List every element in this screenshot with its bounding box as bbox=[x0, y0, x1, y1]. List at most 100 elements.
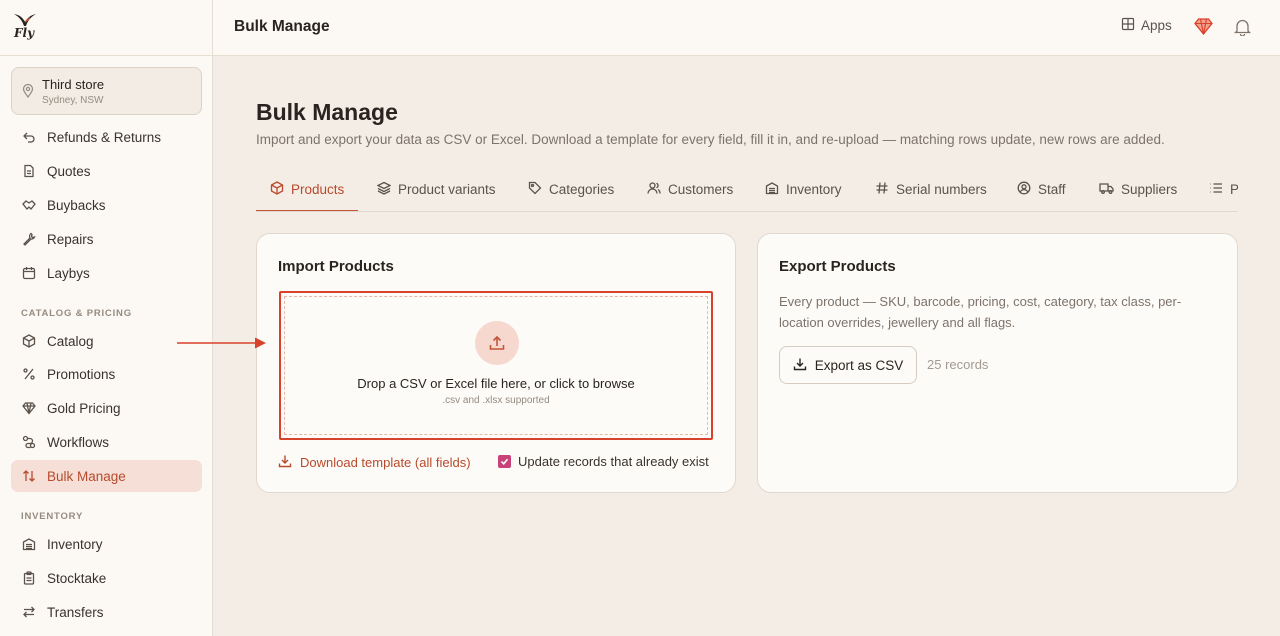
upload-icon bbox=[475, 321, 519, 365]
sidebar-item-stocktake[interactable]: Stocktake bbox=[11, 562, 202, 594]
tab-products[interactable]: Products bbox=[256, 168, 359, 211]
download-icon bbox=[793, 357, 807, 374]
warehouse-icon bbox=[765, 181, 779, 198]
tab-label: Inventory bbox=[786, 182, 842, 197]
import-card-title: Import Products bbox=[278, 258, 394, 275]
box-icon bbox=[270, 181, 284, 198]
sidebar-item-label: Gold Pricing bbox=[47, 400, 121, 416]
store-name: Third store bbox=[42, 77, 105, 92]
tab-label: Product variants bbox=[398, 182, 496, 197]
sidebar-item-repairs[interactable]: Repairs bbox=[11, 223, 202, 255]
sidebar-item-catalog[interactable]: Catalog bbox=[11, 325, 202, 357]
sidebar-item-label: Refunds & Returns bbox=[47, 129, 162, 145]
calendar-icon bbox=[22, 266, 36, 280]
download-template-label: Download template (all fields) bbox=[300, 455, 471, 470]
sidebar-item-transfers[interactable]: Transfers bbox=[11, 596, 202, 628]
undo-icon bbox=[22, 130, 36, 144]
top-bar: Bulk Manage Apps bbox=[213, 0, 1280, 56]
tab-categories[interactable]: Categories bbox=[528, 168, 614, 211]
gem-button[interactable] bbox=[1194, 18, 1213, 40]
page-description: Import and export your data as CSV or Ex… bbox=[256, 132, 1165, 147]
dropzone-text: Drop a CSV or Excel file here, or click … bbox=[357, 376, 635, 391]
sidebar-item-label: Catalog bbox=[47, 333, 94, 349]
sidebar-item-laybys[interactable]: Laybys bbox=[11, 257, 202, 289]
sidebar-item-label: Repairs bbox=[47, 231, 94, 247]
logo-text: Fly bbox=[14, 26, 35, 40]
truck-icon bbox=[1099, 181, 1114, 198]
sidebar-item-label: Transfers bbox=[47, 604, 104, 620]
sidebar-item-label: Stocktake bbox=[47, 570, 107, 586]
tab-suppliers[interactable]: Suppliers bbox=[1099, 168, 1177, 211]
warehouse-icon bbox=[22, 537, 36, 551]
users-icon bbox=[647, 181, 661, 198]
sidebar-item-gold-pricing[interactable]: Gold Pricing bbox=[11, 392, 202, 424]
export-card: Export Products Every product — SKU, bar… bbox=[757, 233, 1238, 493]
tab-label: Serial numbers bbox=[896, 182, 987, 197]
tab-label: Customers bbox=[668, 182, 734, 197]
location-pin-icon bbox=[22, 83, 34, 103]
download-icon bbox=[278, 454, 292, 471]
export-card-title: Export Products bbox=[779, 258, 896, 275]
notifications-button[interactable] bbox=[1233, 18, 1252, 41]
tag-icon bbox=[528, 181, 542, 198]
checkbox-checked-icon[interactable] bbox=[498, 455, 511, 468]
layers-icon bbox=[376, 181, 392, 198]
tab-label: Categories bbox=[549, 182, 615, 197]
sidebar-item-promotions[interactable]: Promotions bbox=[11, 358, 202, 390]
transfer-icon bbox=[22, 605, 36, 619]
store-location: Sydney, NSW bbox=[42, 95, 104, 106]
sidebar-item-label: Bulk Manage bbox=[47, 468, 126, 484]
handshake-icon bbox=[22, 198, 36, 212]
sidebar: Fly Third store Sydney, NSW Refunds & Re… bbox=[0, 0, 213, 636]
sidebar-item-workflows[interactable]: Workflows bbox=[11, 426, 202, 458]
gem-icon bbox=[1194, 18, 1213, 39]
sidebar-item-label: Promotions bbox=[47, 366, 116, 382]
tab-label: Suppliers bbox=[1121, 182, 1178, 197]
section-label-inventory: INVENTORY bbox=[21, 511, 84, 522]
document-icon bbox=[22, 164, 36, 178]
tab-serial-numbers[interactable]: Serial numbers bbox=[875, 168, 987, 211]
tab-product-variants[interactable]: Product variants bbox=[376, 168, 496, 211]
tab-customers[interactable]: Customers bbox=[647, 168, 733, 211]
sort-arrows-icon bbox=[22, 469, 36, 483]
sidebar-item-label: Laybys bbox=[47, 265, 90, 281]
sidebar-item-inventory[interactable]: Inventory bbox=[11, 528, 202, 560]
update-existing-checkbox[interactable]: Update records that already exist bbox=[498, 454, 709, 469]
store-selector[interactable]: Third store Sydney, NSW bbox=[11, 67, 202, 115]
hash-icon bbox=[875, 181, 889, 198]
download-template-link[interactable]: Download template (all fields) bbox=[278, 454, 471, 471]
list-icon bbox=[1209, 181, 1223, 198]
sidebar-divider bbox=[0, 55, 213, 56]
records-count: 25 records bbox=[927, 357, 989, 372]
sidebar-item-quotes[interactable]: Quotes bbox=[11, 155, 202, 187]
annotation-arrow-icon bbox=[176, 336, 268, 355]
export-description: Every product — SKU, barcode, pricing, c… bbox=[779, 294, 1182, 330]
bell-icon bbox=[1233, 19, 1252, 40]
percent-icon bbox=[22, 367, 36, 381]
wrench-icon bbox=[22, 232, 36, 246]
apps-button[interactable]: Apps bbox=[1121, 17, 1172, 34]
sidebar-item-buybacks[interactable]: Buybacks bbox=[11, 189, 202, 221]
section-label-catalog-pricing: CATALOG & PRICING bbox=[21, 308, 132, 319]
sidebar-item-refunds-returns[interactable]: Refunds & Returns bbox=[11, 121, 202, 153]
tab-inventory[interactable]: Inventory bbox=[765, 168, 842, 211]
workflow-icon bbox=[22, 435, 36, 449]
tab-label: Products bbox=[291, 182, 345, 197]
update-existing-label: Update records that already exist bbox=[518, 454, 709, 469]
export-csv-button[interactable]: Export as CSV bbox=[779, 346, 917, 384]
export-csv-label: Export as CSV bbox=[814, 357, 904, 373]
sidebar-item-label: Workflows bbox=[47, 434, 110, 450]
user-circle-icon bbox=[1017, 181, 1031, 198]
file-dropzone[interactable]: Drop a CSV or Excel file here, or click … bbox=[279, 291, 713, 440]
entity-tabs: Products Product variants Categories Cus… bbox=[256, 168, 1238, 212]
page-title: Bulk Manage bbox=[256, 99, 398, 125]
sidebar-item-label: Inventory bbox=[47, 536, 103, 552]
sidebar-item-bulk-manage[interactable]: Bulk Manage bbox=[11, 460, 202, 492]
sidebar-item-label: Buybacks bbox=[47, 197, 106, 213]
tab-label: P bbox=[1230, 182, 1238, 197]
tab-overflow[interactable]: P bbox=[1209, 168, 1238, 211]
dropzone-subtext: .csv and .xlsx supported bbox=[442, 395, 550, 406]
clipboard-icon bbox=[22, 571, 36, 585]
tab-staff[interactable]: Staff bbox=[1017, 168, 1066, 211]
gem-icon bbox=[22, 401, 36, 415]
